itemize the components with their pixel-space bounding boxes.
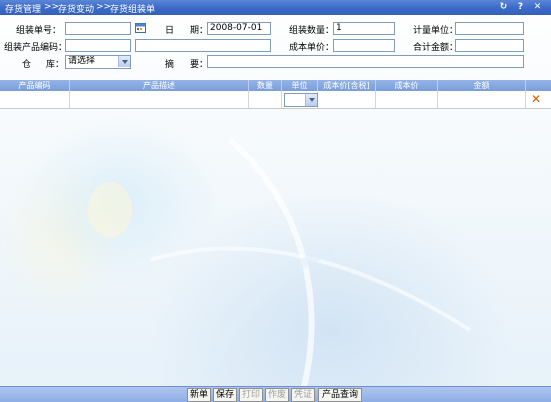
assembly-qty-label: 组装数量： [289,26,335,36]
new-button[interactable]: 新单 [187,388,211,402]
col-header-amount: 金额 [438,80,526,91]
col-header-product-code: 产品编码 [0,80,70,91]
total-amount-field[interactable] [455,39,524,52]
breadcrumb-level1[interactable]: 存货管理 [5,2,41,15]
chevron-down-icon[interactable] [118,56,130,67]
cell-qty[interactable] [249,91,282,108]
summary-label-1: 摘 [165,60,175,70]
cell-cost-tax[interactable] [318,91,376,108]
chevron-down-icon[interactable] [305,94,317,106]
calendar-icon[interactable] [135,22,146,33]
summary-field[interactable] [207,55,524,68]
product-code-label: 组装产品编码： [4,43,68,53]
breadcrumb-sep: >> [44,2,60,12]
print-button[interactable]: 打印 [239,388,263,402]
product-desc-field[interactable] [135,39,271,52]
total-amount-label: 合计金额： [413,43,459,53]
assembly-qty-field[interactable]: 1 [333,22,395,35]
warehouse-label-2: 库： [46,60,65,70]
cell-product-code[interactable] [0,91,70,108]
cost-price-label: 成本单价： [289,43,335,53]
cell-amount[interactable] [438,91,526,108]
col-header-product-desc: 产品描述 [70,80,249,91]
refresh-icon[interactable]: ↻ [498,2,509,13]
close-icon[interactable]: ✕ [532,2,543,13]
cost-price-field[interactable] [333,39,395,52]
unit-field[interactable] [455,22,524,35]
summary-label-2: 要： [190,60,209,70]
date-label-2: 期： [190,26,209,36]
col-header-qty: 数量 [249,80,282,91]
help-icon[interactable]: ? [515,2,526,13]
breadcrumb-level2[interactable]: 存货变动 [58,2,94,15]
cell-cost[interactable] [376,91,438,108]
title-bar: 存货管理 >> 存货变动 >> 存货组装单 ↻ ? ✕ [0,0,551,15]
table-header: 产品编码 产品描述 数量 单位 成本价[含税] 成本价 金额 [0,80,551,91]
voucher-button[interactable]: 凭证 [291,388,315,402]
assembly-no-field[interactable] [65,22,131,35]
table-row: ✕ [0,91,551,109]
void-button[interactable]: 作废 [265,388,289,402]
col-header-cost-tax: 成本价[含税] [318,80,376,91]
date-field[interactable]: 2008-07-01 [207,22,271,35]
breadcrumb-sep: >> [96,2,112,12]
col-header-action [526,80,551,91]
col-header-unit: 单位 [282,80,318,91]
unit-label: 计量单位： [413,26,459,36]
warehouse-select-value: 请选择 [68,56,96,66]
breadcrumb-level3: 存货组装单 [110,5,156,15]
cell-product-desc[interactable] [70,91,249,108]
col-header-cost: 成本价 [376,80,438,91]
unit-select[interactable] [284,93,318,107]
assembly-no-label: 组装单号： [16,26,62,36]
warehouse-label-1: 仓 [22,60,32,70]
date-label-1: 日 [165,26,175,36]
warehouse-select[interactable]: 请选择 [65,55,131,69]
delete-row-icon[interactable]: ✕ [529,92,543,106]
save-button[interactable]: 保存 [213,388,237,402]
bottom-toolbar: 新单 保存 打印 作废 凭证 产品查询 [0,386,551,402]
product-query-button[interactable]: 产品查询 [318,388,362,402]
product-code-field[interactable] [65,39,131,52]
